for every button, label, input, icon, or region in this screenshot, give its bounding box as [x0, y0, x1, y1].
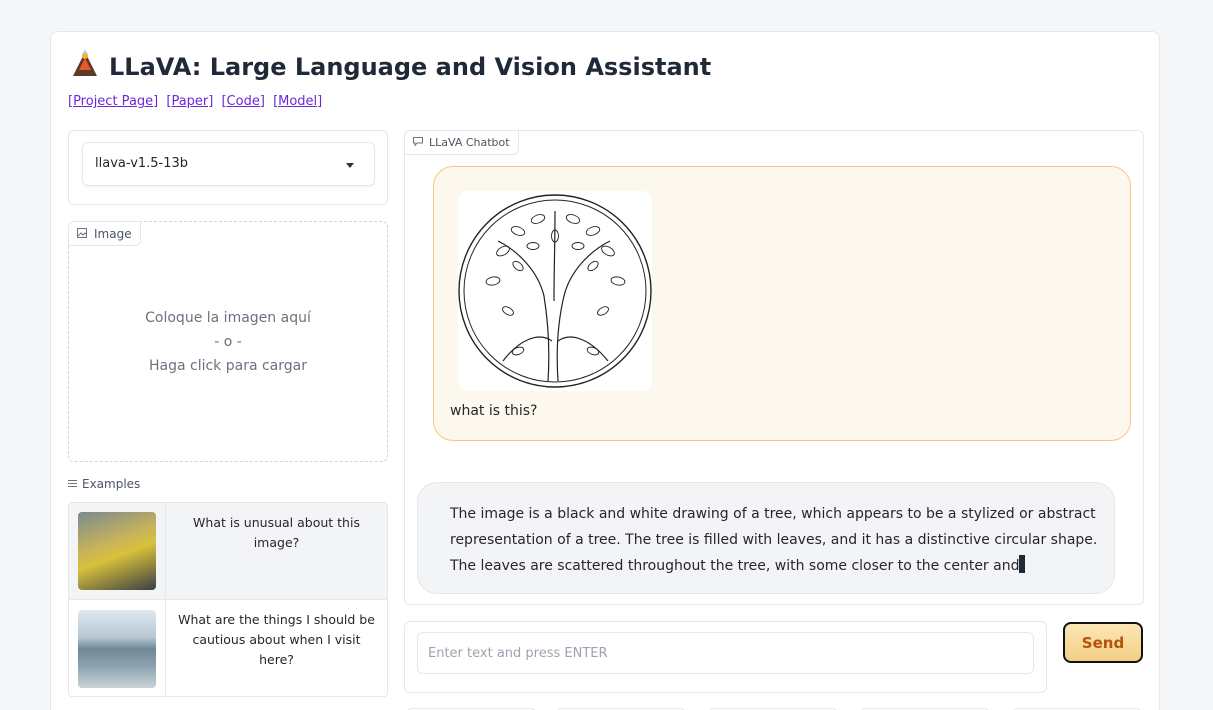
examples-label: Examples — [68, 477, 140, 491]
image-icon — [77, 227, 87, 241]
volcano-icon — [71, 50, 99, 84]
image-label: Image — [68, 221, 141, 246]
tree-drawing — [458, 194, 652, 388]
bot-message-content: The image is a black and white drawing o… — [450, 506, 1098, 574]
upload-line-1: Coloque la imagen aquí — [145, 310, 311, 326]
list-icon — [68, 477, 77, 491]
example-row[interactable]: What is unusual about this image? — [69, 503, 387, 600]
user-message-text: what is this? — [450, 403, 538, 419]
examples-table: What is unusual about this image? What a… — [68, 502, 388, 697]
main-container: LLaVA: Large Language and Vision Assista… — [50, 31, 1160, 710]
example-thumbnail — [78, 609, 156, 688]
model-link[interactable]: [Model] — [273, 94, 322, 109]
page-title-text: LLaVA: Large Language and Vision Assista… — [109, 53, 712, 81]
upload-line-3: Haga click para cargar — [148, 358, 307, 374]
header-links: [Project Page] [Paper] [Code] [Model] — [68, 94, 326, 109]
send-button[interactable]: Send — [1063, 622, 1143, 663]
model-panel: llava-v1.5-13b — [68, 130, 388, 205]
typing-cursor — [1019, 555, 1026, 573]
chatbot-label: LLaVA Chatbot — [404, 130, 519, 155]
model-dropdown[interactable]: llava-v1.5-13b — [82, 142, 375, 186]
example-text: What is unusual about this image? — [193, 515, 360, 550]
project-page-link[interactable]: [Project Page] — [68, 94, 158, 109]
page-title: LLaVA: Large Language and Vision Assista… — [71, 50, 711, 84]
user-message: what is this? — [433, 166, 1131, 441]
bot-message: The image is a black and white drawing o… — [417, 482, 1115, 594]
message-input[interactable] — [417, 632, 1034, 674]
image-label-text: Image — [94, 226, 132, 241]
example-row[interactable]: What are the things I should be cautious… — [69, 600, 387, 696]
uploaded-image — [458, 191, 652, 391]
bot-message-text: The image is a black and white drawing o… — [450, 501, 1100, 579]
code-link[interactable]: [Code] — [221, 94, 264, 109]
upload-line-2: - o - — [214, 334, 242, 350]
image-upload-area[interactable]: Image Coloque la imagen aquí - o - Haga … — [68, 221, 388, 462]
example-text: What are the things I should be cautious… — [178, 612, 375, 667]
chatbot-panel: LLaVA Chatbot what is this? The image is… — [404, 130, 1144, 605]
example-thumbnail-cell — [69, 503, 166, 599]
chat-icon — [413, 136, 423, 149]
model-dropdown-value: llava-v1.5-13b — [95, 156, 189, 171]
input-panel — [404, 621, 1047, 693]
caret-down-icon — [346, 163, 354, 168]
upload-instructions: Coloque la imagen aquí - o - Haga click … — [69, 306, 387, 378]
example-thumbnail-cell — [69, 600, 166, 696]
chatbot-label-text: LLaVA Chatbot — [429, 136, 510, 149]
example-thumbnail — [78, 512, 156, 590]
examples-label-text: Examples — [82, 477, 141, 491]
paper-link[interactable]: [Paper] — [166, 94, 213, 109]
